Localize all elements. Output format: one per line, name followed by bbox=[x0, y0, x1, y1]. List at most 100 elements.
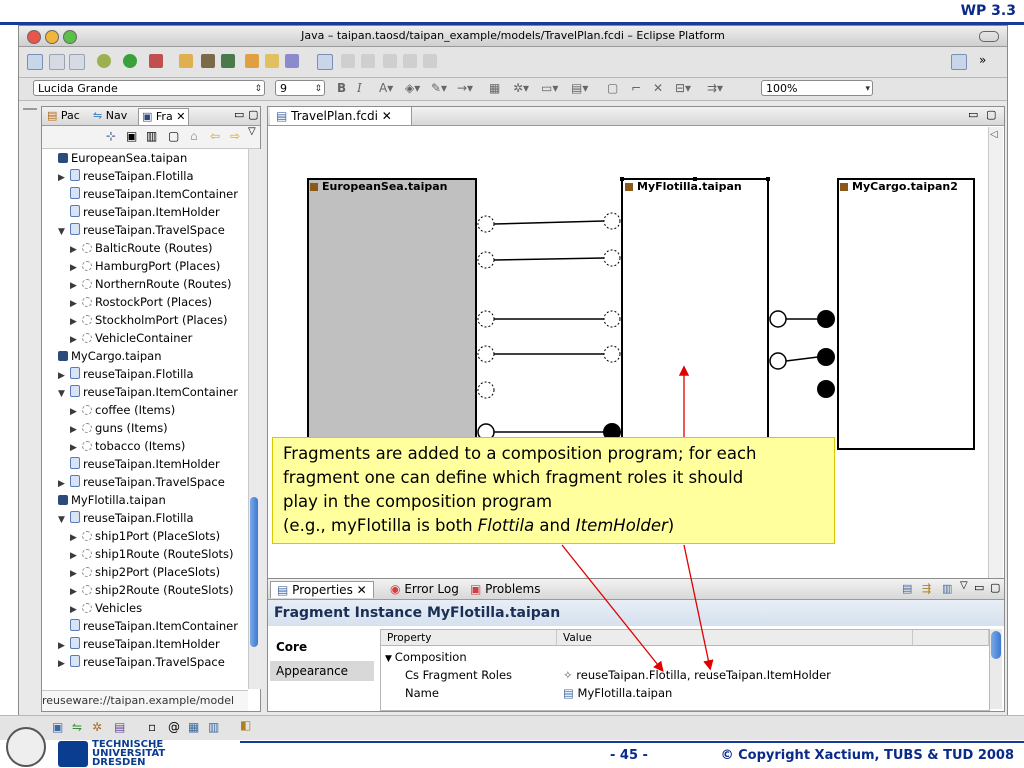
show-advanced-icon[interactable]: ⇶ bbox=[922, 582, 931, 595]
back-icon[interactable] bbox=[403, 54, 417, 68]
view-menu-icon[interactable]: ▽ bbox=[248, 126, 256, 137]
tree-item[interactable]: ▶ StockholmPort (Places) bbox=[70, 311, 228, 329]
font-color-icon[interactable]: A▾ bbox=[379, 81, 393, 95]
collapse-icon[interactable]: ▼ bbox=[58, 223, 70, 241]
restore-default-icon[interactable]: ▥ bbox=[942, 582, 952, 595]
tree-item[interactable]: ▶ coffee (Items) bbox=[70, 401, 175, 419]
tree-item[interactable]: ▶ reuseTaipan.ItemHolder bbox=[58, 635, 220, 653]
external-tools-icon[interactable] bbox=[149, 54, 163, 68]
auto-size-icon[interactable]: ⇉▾ bbox=[707, 81, 723, 95]
new-icon[interactable] bbox=[27, 54, 43, 70]
collapse-icon[interactable]: ▼ bbox=[58, 511, 70, 529]
tree-item[interactable]: ▶ reuseTaipan.Flotilla bbox=[58, 365, 194, 383]
port-open[interactable] bbox=[769, 352, 787, 370]
fragment-my-cargo[interactable] bbox=[837, 178, 975, 450]
fast-view-icon[interactable]: ▣ bbox=[52, 720, 63, 734]
property-value[interactable]: ✧ reuseTaipan.Flotilla, reuseTaipan.Item… bbox=[563, 666, 831, 684]
folder-icon[interactable] bbox=[265, 54, 279, 68]
search-view-icon[interactable]: @ bbox=[168, 720, 180, 734]
tree-item[interactable]: ▶ VehicleContainer bbox=[70, 329, 192, 347]
open-perspective-icon[interactable] bbox=[951, 54, 967, 70]
previous-annotation-icon[interactable] bbox=[361, 54, 375, 68]
tab-fragments[interactable]: ▣ Fra ✕ bbox=[138, 108, 190, 125]
close-icon[interactable]: ✕ bbox=[382, 109, 392, 123]
outline-icon[interactable]: ⇋ bbox=[72, 720, 82, 734]
collapse-icon[interactable]: ▼ bbox=[385, 654, 395, 664]
column-header-property[interactable]: Property bbox=[381, 630, 557, 646]
tasks-icon[interactable]: ✲ bbox=[92, 720, 102, 734]
show-categories-icon[interactable]: ▤ bbox=[902, 582, 912, 595]
last-edit-icon[interactable] bbox=[383, 54, 397, 68]
view-menu-icon[interactable]: ▽ bbox=[960, 580, 968, 591]
maximize-icon[interactable]: ▢ bbox=[248, 108, 258, 121]
selection-handle[interactable] bbox=[766, 177, 770, 181]
more-chevron-icon[interactable]: » bbox=[979, 53, 986, 67]
properties-scroll-thumb[interactable] bbox=[991, 631, 1001, 659]
forward-arrow-icon[interactable]: ⇨ bbox=[230, 129, 240, 143]
bold-button[interactable]: B bbox=[337, 81, 346, 95]
composition-link[interactable] bbox=[493, 257, 605, 261]
tree-item[interactable]: ▶ ship1Route (RouteSlots) bbox=[70, 545, 234, 563]
open-type-icon[interactable] bbox=[179, 54, 193, 68]
back-arrow-icon[interactable]: ⇦ bbox=[210, 129, 220, 143]
port-dashed[interactable] bbox=[603, 310, 621, 328]
close-icon[interactable]: ✕ bbox=[176, 110, 185, 123]
font-size-combo[interactable]: 9 ⇕ bbox=[275, 80, 325, 96]
tree-item[interactable]: ▶ BalticRoute (Routes) bbox=[70, 239, 213, 257]
fragment-european-sea[interactable] bbox=[307, 178, 477, 450]
expand-icon[interactable]: ▶ bbox=[58, 655, 70, 673]
tab-navigator[interactable]: ⇋ Nav bbox=[90, 108, 130, 124]
restore-icon[interactable]: ▫ bbox=[148, 720, 156, 734]
pen-icon[interactable] bbox=[285, 54, 299, 68]
italic-button[interactable]: I bbox=[357, 81, 362, 95]
tree-item[interactable]: ▶ RostockPort (Places) bbox=[70, 293, 212, 311]
console-icon[interactable]: ▤ bbox=[114, 720, 125, 734]
tab-package-explorer[interactable]: ▤ Pac bbox=[44, 108, 83, 124]
composition-link[interactable] bbox=[493, 220, 605, 225]
tree-item[interactable]: reuseTaipan.ItemContainer bbox=[58, 617, 238, 635]
port-dashed[interactable] bbox=[477, 310, 495, 328]
tree-item[interactable]: ▼ reuseTaipan.TravelSpace bbox=[58, 221, 225, 239]
fill-color-icon[interactable]: ◈▾ bbox=[405, 81, 420, 95]
tree-item[interactable]: ▶ Vehicles bbox=[70, 599, 142, 617]
column-header-value[interactable]: Value bbox=[557, 630, 913, 646]
forward-icon[interactable] bbox=[423, 54, 437, 68]
property-name[interactable]: Cs Fragment Roles bbox=[405, 666, 575, 684]
port-filled[interactable] bbox=[817, 348, 835, 366]
refresh-icon[interactable]: ▣ bbox=[126, 129, 137, 143]
open-resource-icon[interactable] bbox=[201, 54, 215, 68]
tree-item[interactable]: ▶ ship2Port (PlaceSlots) bbox=[70, 563, 220, 581]
add-fragment-icon[interactable]: ⊹ bbox=[106, 129, 116, 143]
minimize-icon[interactable]: ▭ bbox=[234, 108, 244, 121]
save-icon[interactable] bbox=[49, 54, 65, 70]
print-icon[interactable] bbox=[69, 54, 85, 70]
toolbar-toggle-icon[interactable] bbox=[979, 31, 999, 42]
tree-item[interactable]: ▼ reuseTaipan.Flotilla bbox=[58, 509, 194, 527]
distribute-icon[interactable]: ▤▾ bbox=[571, 81, 588, 95]
section-core[interactable]: Core bbox=[270, 637, 374, 657]
tree-item[interactable]: ▼ reuseTaipan.ItemContainer bbox=[58, 383, 238, 401]
search-icon[interactable] bbox=[221, 54, 235, 68]
minimize-icon[interactable]: ▭ bbox=[974, 581, 984, 594]
new-fast-view-icon[interactable]: ◧ bbox=[240, 718, 251, 732]
tree-scroll-thumb[interactable] bbox=[250, 497, 258, 647]
make-same-size-icon[interactable]: ⊟▾ bbox=[675, 81, 691, 95]
filter-icon[interactable]: ▥ bbox=[146, 129, 157, 143]
hierarchy-icon[interactable]: ▦ bbox=[188, 720, 199, 734]
property-value[interactable]: ▤ MyFlotilla.taipan bbox=[563, 684, 672, 702]
tree-item[interactable]: ▶ HamburgPort (Places) bbox=[70, 257, 220, 275]
call-hierarchy-icon[interactable]: ▥ bbox=[208, 720, 219, 734]
next-annotation-icon[interactable] bbox=[341, 54, 355, 68]
tree-item[interactable]: MyFlotilla.taipan bbox=[46, 491, 166, 509]
port-dashed[interactable] bbox=[603, 249, 621, 267]
property-name[interactable]: Name bbox=[405, 684, 575, 702]
line-color-icon[interactable]: ✎▾ bbox=[431, 81, 447, 95]
composition-link[interactable] bbox=[785, 356, 819, 362]
tree-item[interactable]: reuseTaipan.ItemHolder bbox=[58, 455, 220, 473]
line-style-icon[interactable]: →▾ bbox=[457, 81, 473, 95]
scroll-left-icon[interactable]: ◁ bbox=[990, 129, 998, 140]
tab-error-log[interactable]: ◉ Error Log bbox=[384, 581, 465, 597]
port-filled[interactable] bbox=[817, 380, 835, 398]
tree-item[interactable]: ▶ guns (Items) bbox=[70, 419, 168, 437]
tree-item[interactable]: ▶ reuseTaipan.Flotilla bbox=[58, 167, 194, 185]
